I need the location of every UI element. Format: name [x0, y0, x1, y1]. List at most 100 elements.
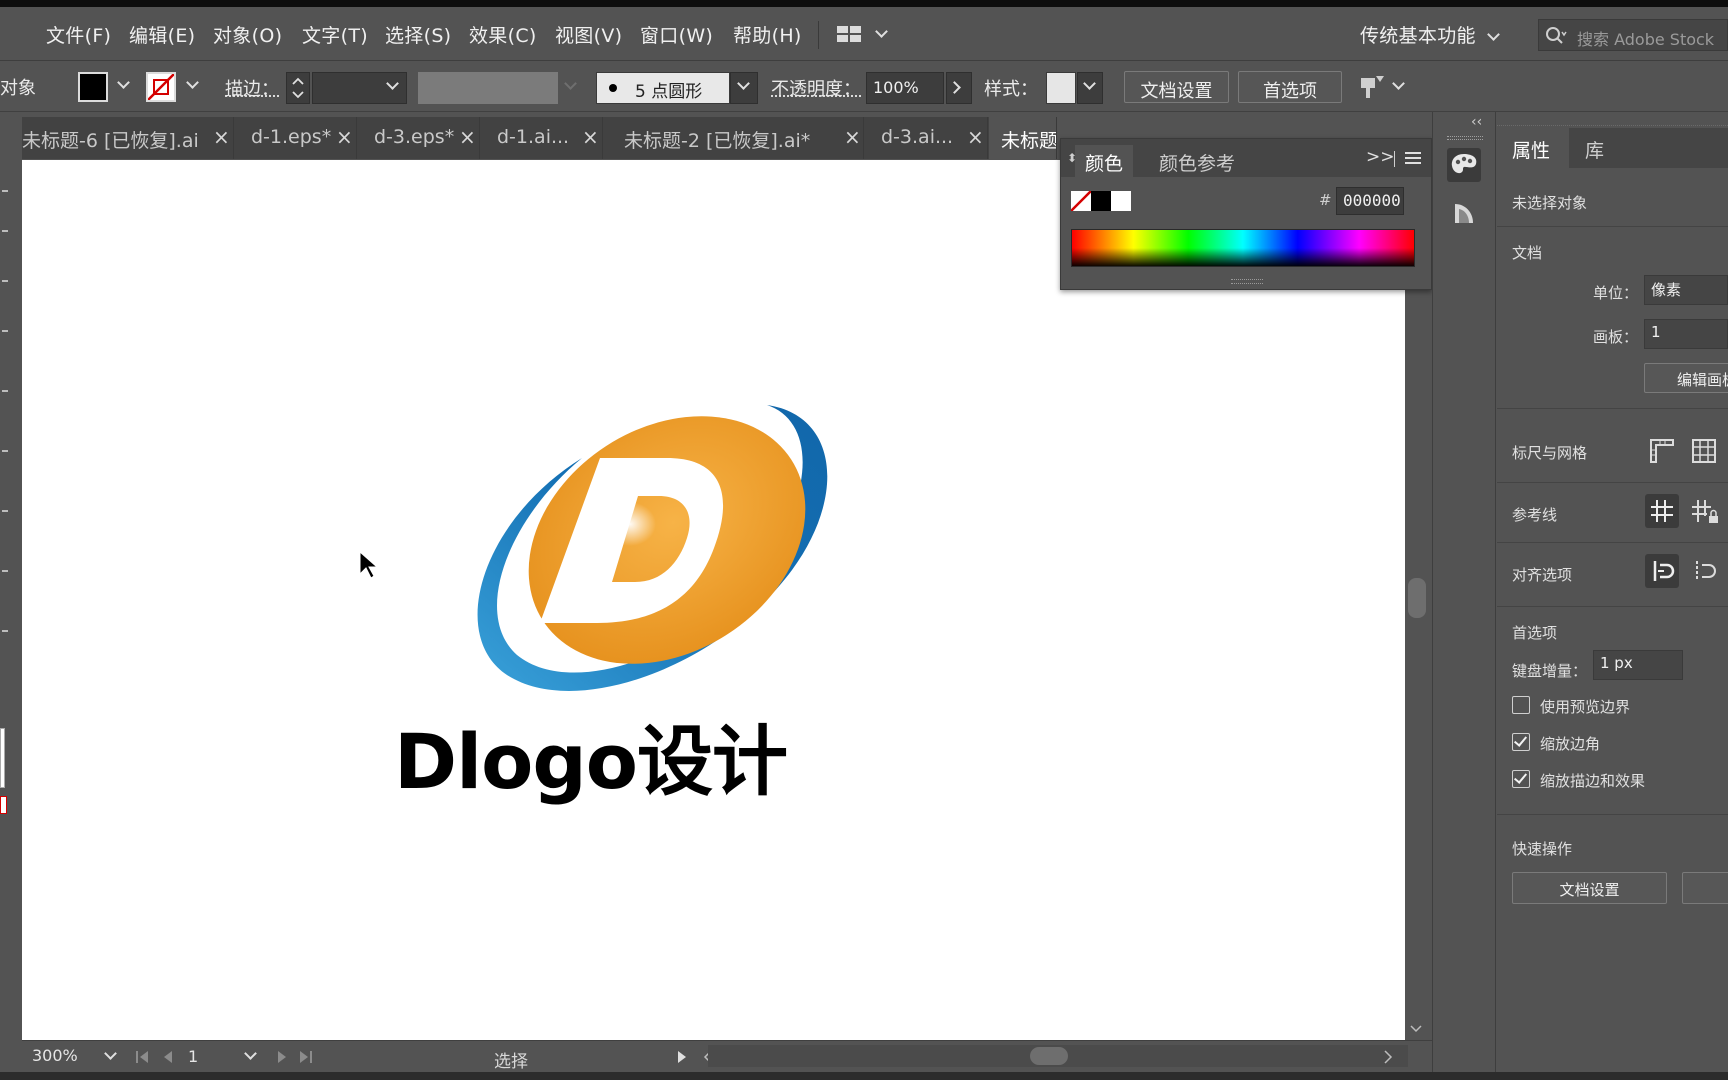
stroke-swatch[interactable] [146, 72, 176, 102]
close-icon[interactable]: × [967, 125, 984, 149]
artboard-canvas[interactable]: Dlogo设计 [22, 160, 1405, 1040]
close-icon[interactable]: × [213, 125, 230, 149]
black-color-swatch[interactable] [1091, 191, 1111, 211]
document-tab-active[interactable]: 未标题 [989, 117, 1057, 159]
keyboard-increment-label: 键盘增量： [1512, 660, 1587, 681]
zoom-level[interactable]: 300% [32, 1046, 78, 1065]
artboard-number[interactable]: 1 [188, 1047, 198, 1066]
scroll-down-icon[interactable] [1410, 1020, 1422, 1032]
none-swatch-edge[interactable] [0, 796, 7, 814]
menu-window[interactable]: 窗口(W) [640, 21, 713, 48]
artboard-prev-icon[interactable] [134, 1050, 194, 1064]
document-setup-button[interactable]: 文档设置 [1124, 71, 1229, 103]
scale-corners-checkbox[interactable] [1512, 733, 1530, 751]
close-icon[interactable]: × [844, 125, 861, 149]
align-chevron-down-icon[interactable] [1392, 77, 1405, 90]
menu-help[interactable]: 帮助(H) [733, 21, 802, 48]
stroke-chevron-down-icon[interactable] [186, 76, 199, 89]
panel-expand-icon[interactable]: >> [1366, 147, 1395, 167]
tools-panel-edge[interactable] [0, 160, 16, 1040]
none-color-swatch[interactable] [1071, 191, 1091, 211]
panel-resize-grip[interactable] [1231, 279, 1263, 284]
status-menu-arrow-icon[interactable] [676, 1050, 688, 1064]
document-tab[interactable]: d-3.eps* × [358, 117, 480, 159]
keyboard-increment-input[interactable]: 1 px [1593, 650, 1683, 680]
tab-label: d-1.ai... [497, 126, 569, 148]
zoom-chevron-down-icon[interactable] [104, 1047, 117, 1060]
menu-object[interactable]: 对象(O) [213, 21, 282, 48]
tab-properties[interactable]: 属性 [1512, 136, 1550, 163]
color-panel[interactable]: ⬍ 颜色 颜色参考 >> # 000000 [1060, 138, 1432, 290]
ruler-icon[interactable] [1645, 434, 1679, 468]
d-logo-artwork[interactable] [462, 370, 882, 890]
close-icon[interactable]: × [459, 125, 476, 149]
scale-strokes-effects-checkbox[interactable] [1512, 770, 1530, 788]
units-select[interactable]: 像素 [1644, 275, 1728, 305]
hex-color-input[interactable]: 000000 [1336, 187, 1404, 215]
edit-artboards-button[interactable]: 编辑画板 [1644, 363, 1728, 393]
color-palette-icon[interactable] [1447, 148, 1481, 182]
panel-menu-icon[interactable] [1405, 151, 1421, 165]
show-guides-icon[interactable] [1645, 494, 1679, 528]
variable-width-profile[interactable] [418, 72, 558, 104]
menu-type[interactable]: 文字(T) [302, 21, 368, 48]
stroke-weight-stepper[interactable] [286, 72, 310, 104]
opacity-input[interactable]: 100% [866, 72, 944, 104]
tab-color[interactable]: 颜色 [1075, 145, 1133, 177]
tab-libraries[interactable]: 库 [1585, 136, 1604, 163]
stroke-label[interactable]: 描边： [225, 75, 279, 101]
menu-effect[interactable]: 效果(C) [469, 21, 537, 48]
logo-caption[interactable]: Dlogo设计 [394, 700, 787, 810]
menu-file[interactable]: 文件(F) [46, 21, 111, 48]
fill-stroke-edge[interactable] [0, 728, 5, 788]
lock-guides-icon[interactable] [1687, 494, 1721, 528]
opacity-flyout[interactable] [946, 72, 972, 104]
workspace-chevron-down-icon[interactable] [1487, 28, 1500, 41]
menu-edit[interactable]: 编辑(E) [129, 21, 195, 48]
scroll-right-icon[interactable] [1382, 1050, 1394, 1064]
tab-label: 未标题-6 [已恢复].ai [22, 126, 199, 153]
menu-view[interactable]: 视图(V) [555, 21, 622, 48]
document-tab[interactable]: d-1.eps* × [235, 117, 357, 159]
opacity-label[interactable]: 不透明度： [771, 75, 861, 101]
preferences-button[interactable]: 首选项 [1238, 71, 1342, 103]
graphic-style-swatch[interactable] [1046, 72, 1076, 104]
dock-grip[interactable] [1447, 136, 1483, 140]
stock-search-input[interactable]: 搜索 Adobe Stock [1538, 19, 1728, 51]
close-icon[interactable]: × [582, 125, 599, 149]
grid-icon[interactable] [1687, 434, 1721, 468]
props-grip[interactable] [1497, 112, 1728, 126]
brush-definition-select[interactable]: 5 点圆形 [596, 72, 730, 104]
quick-document-setup-button[interactable]: 文档设置 [1512, 872, 1667, 904]
horizontal-scrollbar[interactable] [708, 1045, 1408, 1067]
tab-label: 未标题-2 [已恢复].ai* [624, 126, 810, 153]
fill-chevron-down-icon[interactable] [117, 76, 130, 89]
document-tab[interactable]: d-1.ai... × [481, 117, 603, 159]
document-section-title: 文档 [1512, 242, 1542, 263]
use-preview-bounds-checkbox[interactable] [1512, 696, 1530, 714]
white-color-swatch[interactable] [1111, 191, 1131, 211]
color-spectrum-bar[interactable] [1071, 229, 1415, 267]
workspace-switcher[interactable]: 传统基本功能 [1360, 21, 1476, 48]
arrange-documents-icon[interactable] [836, 24, 864, 44]
tab-color-guide[interactable]: 颜色参考 [1149, 145, 1245, 177]
quick-preferences-button[interactable] [1682, 872, 1728, 904]
snap-to-point-icon[interactable] [1645, 554, 1679, 588]
close-icon[interactable]: × [336, 125, 353, 149]
horizontal-scroll-thumb[interactable] [1030, 1047, 1068, 1065]
snap-to-pixel-icon[interactable] [1687, 554, 1721, 588]
artboard-input[interactable]: 1 [1644, 319, 1728, 349]
artboard-next-icon[interactable] [272, 1050, 322, 1064]
color-guide-icon[interactable] [1447, 196, 1481, 230]
arrange-chevron-down-icon[interactable] [875, 25, 888, 38]
document-tab[interactable]: 未标题-6 [已恢复].ai × [22, 117, 234, 159]
document-tab[interactable]: d-3.ai... × [865, 117, 988, 159]
fill-swatch[interactable] [78, 72, 108, 102]
scale-corners-label: 缩放边角 [1540, 733, 1600, 754]
scroll-thumb[interactable] [1408, 578, 1426, 618]
collapse-panels-icon[interactable]: ‹‹ [1471, 114, 1482, 130]
artboard-chevron-down-icon[interactable] [244, 1047, 257, 1060]
menu-select[interactable]: 选择(S) [385, 21, 451, 48]
align-panel-icon[interactable] [1358, 72, 1386, 102]
document-tab[interactable]: 未标题-2 [已恢复].ai* × [604, 117, 864, 159]
